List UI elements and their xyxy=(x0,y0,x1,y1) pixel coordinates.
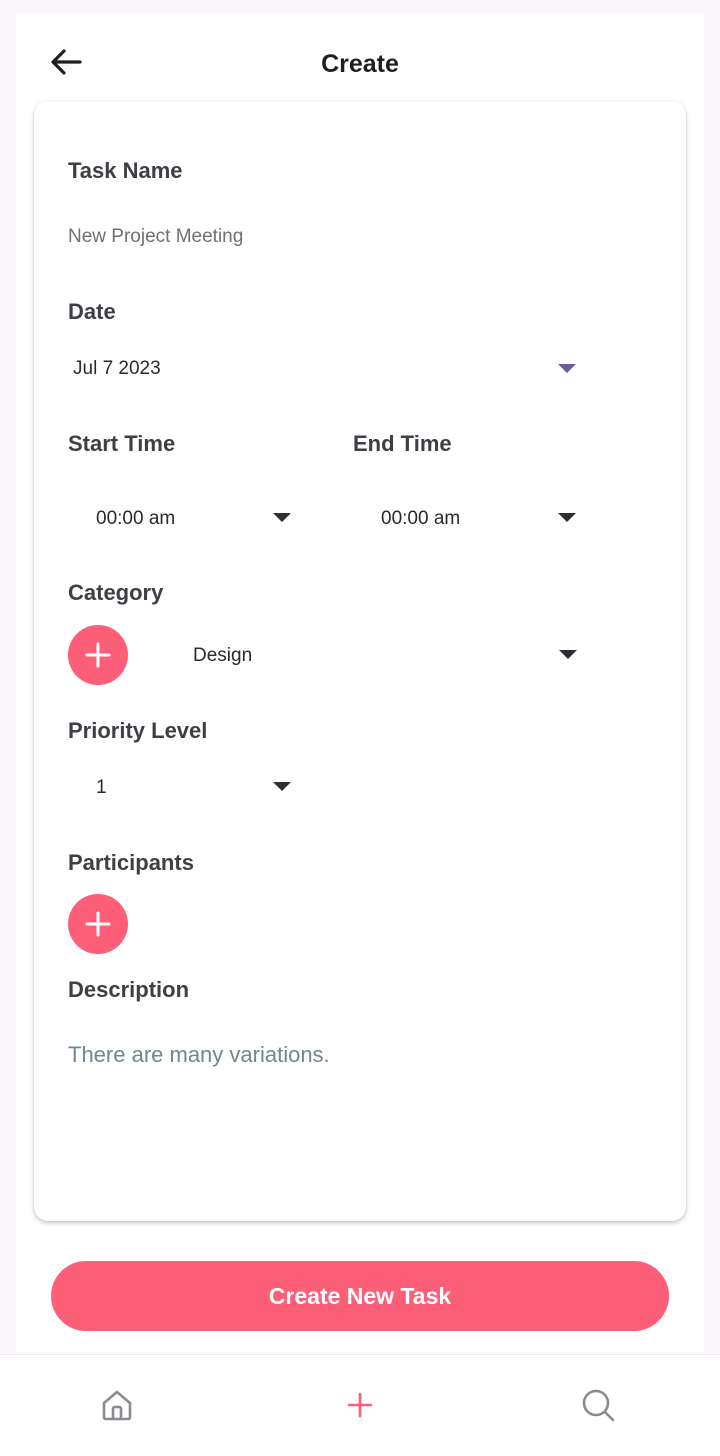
chevron-down-icon xyxy=(273,782,291,791)
end-time-value: 00:00 am xyxy=(381,508,461,529)
priority-level-label: Priority Level xyxy=(68,718,208,743)
category-label: Category xyxy=(68,580,164,605)
nav-search[interactable] xyxy=(576,1383,620,1427)
priority-value: 1 xyxy=(96,777,107,798)
description-label: Description xyxy=(68,977,190,1002)
task-name-input[interactable]: New Project Meeting xyxy=(68,226,243,248)
screen: Create Task Name New Project Meeting Dat… xyxy=(0,0,720,1456)
description-input[interactable]: There are many variations. xyxy=(68,1042,330,1068)
add-participant-button[interactable] xyxy=(68,894,128,954)
start-time-label: Start Time xyxy=(68,431,176,456)
page-title: Create xyxy=(321,50,399,78)
participants-label: Participants xyxy=(68,850,194,875)
start-time-value: 00:00 am xyxy=(96,508,176,529)
priority-dropdown[interactable]: 1 xyxy=(68,765,298,809)
plus-icon xyxy=(85,642,111,668)
date-dropdown[interactable]: Jul 7 2023 xyxy=(68,346,588,390)
chevron-down-icon xyxy=(558,513,576,522)
end-time-dropdown[interactable]: 00:00 am xyxy=(353,497,588,541)
plus-icon xyxy=(347,1392,373,1418)
category-value: Design xyxy=(193,645,253,666)
chevron-down-icon xyxy=(559,650,577,659)
chevron-down-icon xyxy=(558,364,576,373)
home-icon xyxy=(102,1390,132,1421)
date-label: Date xyxy=(68,299,116,324)
date-value: Jul 7 2023 xyxy=(73,358,161,379)
chevron-down-icon xyxy=(273,513,291,522)
nav-home[interactable] xyxy=(95,1383,139,1427)
start-time-dropdown[interactable]: 00:00 am xyxy=(68,497,298,541)
plus-icon xyxy=(85,911,111,937)
task-name-label: Task Name xyxy=(68,158,183,183)
category-dropdown[interactable]: Design xyxy=(184,634,588,678)
task-form-card: Task Name New Project Meeting Date Jul 7… xyxy=(34,101,686,1221)
end-time-label: End Time xyxy=(353,431,452,456)
search-icon xyxy=(582,1389,615,1422)
add-category-button[interactable] xyxy=(68,625,128,685)
nav-create[interactable] xyxy=(338,1383,382,1427)
create-new-task-button[interactable]: Create New Task xyxy=(51,1261,669,1331)
bottom-nav xyxy=(0,1354,720,1456)
